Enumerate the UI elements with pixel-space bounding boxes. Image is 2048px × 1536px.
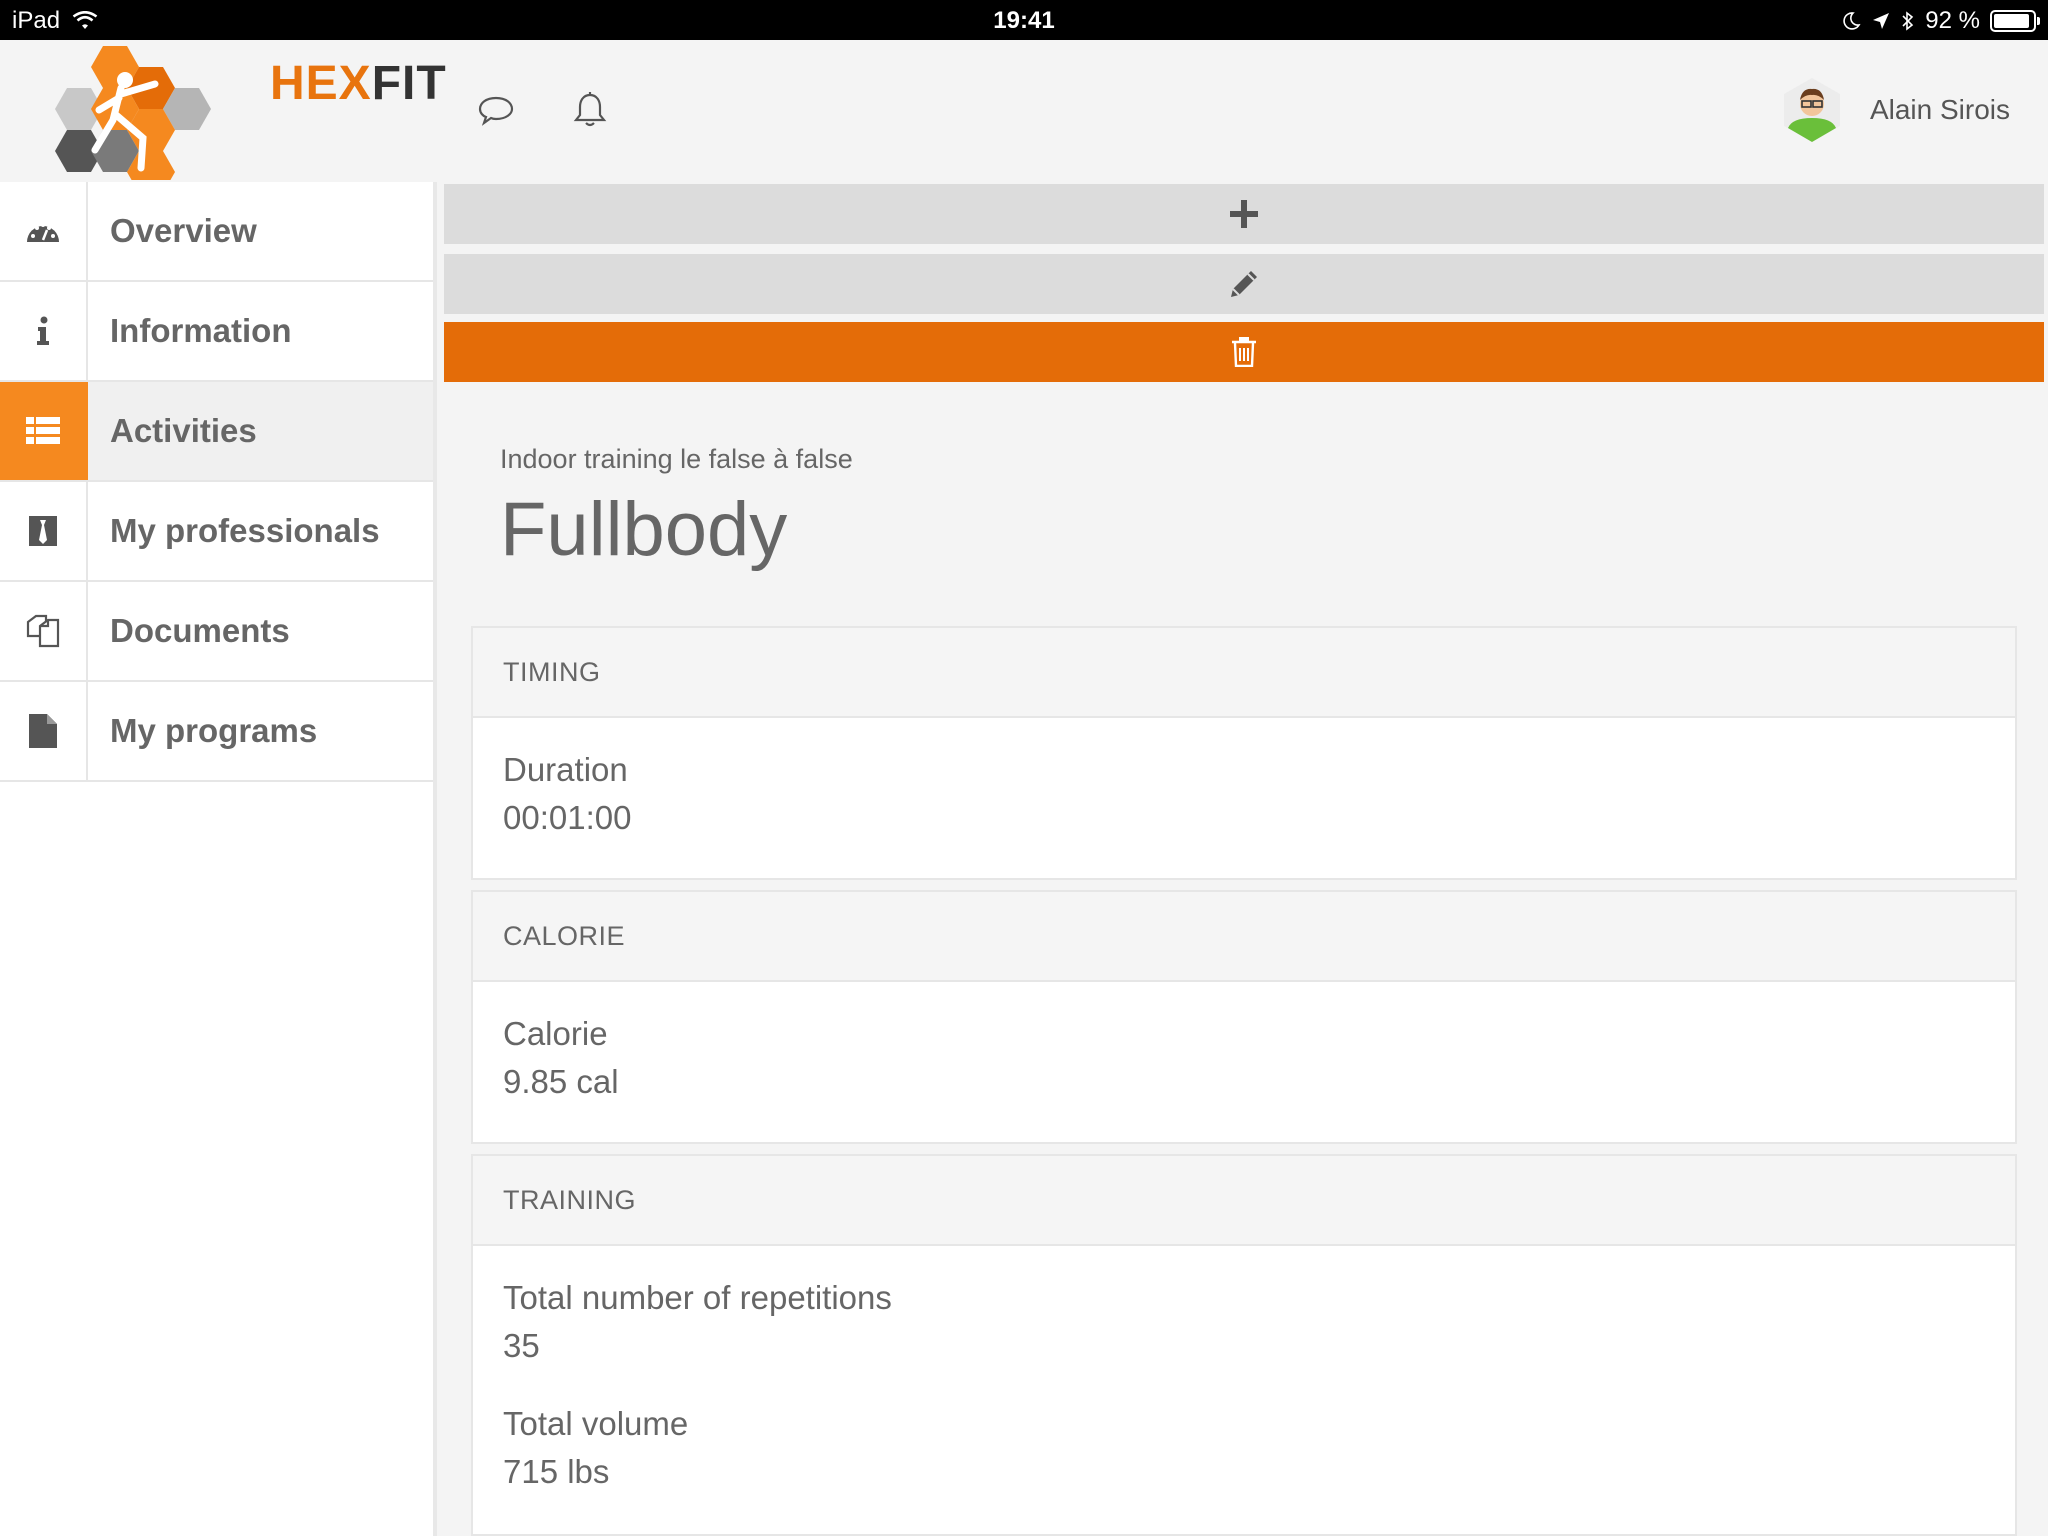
sidebar: Overview Information Activities My profe… xyxy=(0,182,437,1536)
status-bar: iPad 19:41 92 % xyxy=(0,0,2048,40)
field-label: Duration xyxy=(503,751,628,788)
logo-fit-text: FIT xyxy=(371,57,447,110)
volume-field: Total volume 715 lbs xyxy=(503,1400,1985,1496)
card-body: Duration 00:01:00 xyxy=(473,718,2015,842)
add-button[interactable] xyxy=(444,184,2044,244)
battery-percent: 92 % xyxy=(1925,7,1980,34)
field-label: Calorie xyxy=(503,1015,608,1052)
edit-button[interactable] xyxy=(444,254,2044,314)
plus-icon xyxy=(1230,200,1258,228)
duration-field: Duration 00:01:00 xyxy=(503,746,1985,842)
sidebar-item-activities[interactable]: Activities xyxy=(0,382,433,482)
clock: 19:41 xyxy=(993,7,1055,34)
field-value: 9.85 cal xyxy=(503,1063,619,1100)
sidebar-item-label: Documents xyxy=(110,612,290,649)
field-value: 00:01:00 xyxy=(503,799,632,836)
training-card: TRAINING Total number of repetitions 35 … xyxy=(471,1154,2017,1536)
bell-icon[interactable] xyxy=(570,90,610,130)
info-icon xyxy=(37,316,49,345)
field-value: 35 xyxy=(503,1327,540,1364)
sidebar-item-label: My professionals xyxy=(110,512,380,549)
sidebar-item-overview[interactable]: Overview xyxy=(0,182,433,282)
user-menu[interactable]: Alain Sirois xyxy=(1778,76,2010,144)
calorie-card: CALORIE Calorie 9.85 cal xyxy=(471,890,2017,1144)
card-heading: CALORIE xyxy=(473,892,2015,982)
nav-icon-cell xyxy=(0,582,88,680)
moon-icon xyxy=(1843,12,1861,30)
list-icon xyxy=(26,417,60,444)
sidebar-item-documents[interactable]: Documents xyxy=(0,582,433,682)
pencil-icon xyxy=(1231,271,1257,297)
delete-button[interactable] xyxy=(444,322,2044,382)
logo-hex-text: HEX xyxy=(270,57,372,110)
sidebar-item-label: Activities xyxy=(110,412,257,449)
sidebar-item-label: Overview xyxy=(110,212,257,249)
chat-icon[interactable] xyxy=(476,90,516,130)
card-heading: TIMING xyxy=(473,628,2015,718)
field-value: 715 lbs xyxy=(503,1453,610,1490)
location-arrow-icon xyxy=(1873,13,1890,29)
file-icon xyxy=(29,714,57,748)
field-label: Total volume xyxy=(503,1405,689,1442)
sidebar-item-label: Information xyxy=(110,312,292,349)
card-heading: TRAINING xyxy=(473,1156,2015,1246)
card-body: Total number of repetitions 35 Total vol… xyxy=(473,1246,2015,1496)
sidebar-item-my-programs[interactable]: My programs xyxy=(0,682,433,782)
timing-card: TIMING Duration 00:01:00 xyxy=(471,626,2017,880)
card-body: Calorie 9.85 cal xyxy=(473,982,2015,1106)
nav-icon-cell xyxy=(0,282,88,380)
documents-icon xyxy=(26,614,60,648)
nav-icon-cell xyxy=(0,682,88,780)
nav-icon-cell xyxy=(0,382,88,480)
trash-icon xyxy=(1232,337,1256,367)
battery-icon xyxy=(1990,10,2040,32)
calorie-field: Calorie 9.85 cal xyxy=(503,1010,1985,1106)
nav-icon-cell xyxy=(0,182,88,280)
field-label: Total number of repetitions xyxy=(503,1279,892,1316)
user-name: Alain Sirois xyxy=(1869,94,2010,125)
sidebar-item-my-professionals[interactable]: My professionals xyxy=(0,482,433,582)
dashboard-icon xyxy=(27,223,59,242)
sidebar-item-label: My programs xyxy=(110,712,318,749)
activity-title: Fullbody xyxy=(500,487,788,572)
app-header: HEXFIT Alain Sirois xyxy=(0,40,2048,182)
logo-wordmark: HEXFIT xyxy=(270,56,447,111)
avatar xyxy=(1783,78,1840,142)
bluetooth-icon xyxy=(1902,11,1914,31)
hexfit-logo[interactable]: HEXFIT xyxy=(55,40,446,180)
activity-subtitle: Indoor training le false à false xyxy=(500,444,853,474)
tie-icon xyxy=(29,516,57,546)
nav-icon-cell xyxy=(0,482,88,580)
repetitions-field: Total number of repetitions 35 xyxy=(503,1274,1985,1370)
battery-fill xyxy=(1994,14,2029,28)
sidebar-item-information[interactable]: Information xyxy=(0,282,433,382)
logo-mark-icon xyxy=(55,46,211,180)
